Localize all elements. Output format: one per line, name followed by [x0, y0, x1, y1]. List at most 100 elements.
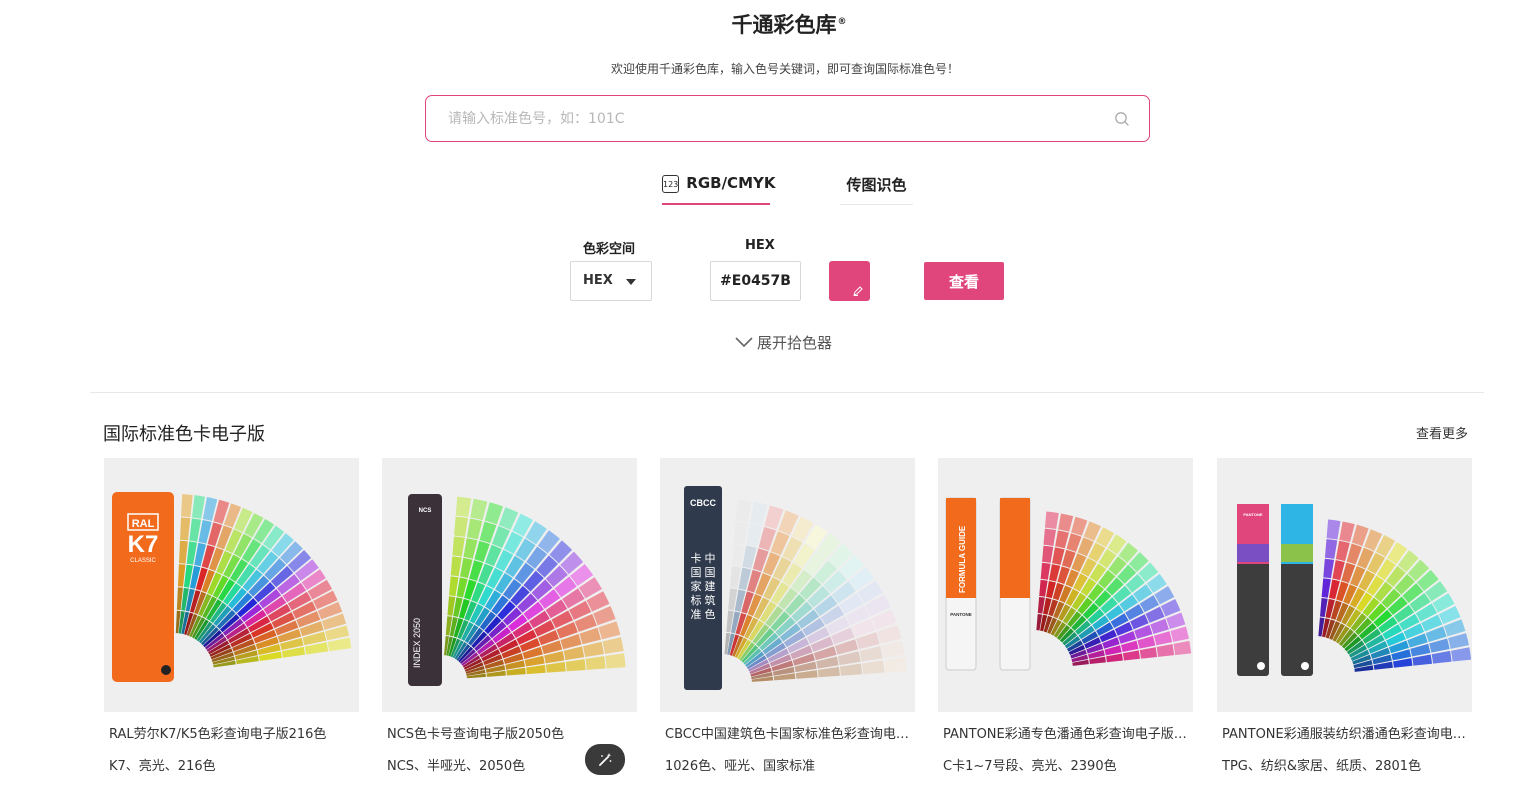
tab-rgb-cmyk[interactable]: 123 RGB/CMYK: [662, 174, 775, 205]
fan-swatch: [565, 659, 586, 672]
card-title[interactable]: PANTONE彩通专色潘通色彩查询电子版2390色: [943, 723, 1188, 742]
cbcc-label-char: 准: [691, 608, 702, 621]
color-card[interactable]: PANTONE PANTONE彩通服装纺织潘通色彩查询电子版2801色 TPG、…: [1217, 458, 1472, 806]
card-image[interactable]: FORMULA GUIDE PANTONE: [938, 458, 1193, 712]
card-title[interactable]: CBCC中国建筑色卡国家标准色彩查询电子版: [665, 723, 910, 742]
cbcc-label-char: 色: [705, 607, 716, 621]
ral-fan-image: RAL K7 CLASSIC: [112, 492, 352, 682]
color-card[interactable]: RAL K7 CLASSIC RAL劳尔K7/K5色彩查询电子版216色 K7、…: [104, 458, 359, 806]
fan-swatch: [883, 657, 907, 673]
site-title-text: 千通彩色库: [731, 13, 837, 37]
search-input[interactable]: [448, 108, 1088, 130]
fan-swatch: [585, 656, 606, 670]
card-brand-text: PANTONE: [1243, 512, 1263, 517]
fan-swatch: [839, 663, 863, 676]
caret-down-icon: [626, 279, 636, 285]
cbcc-fan-image: CBCC 中国建筑色 卡国家标准: [684, 486, 907, 690]
eyedropper-icon: [853, 286, 863, 296]
fan-swatch: [1448, 633, 1469, 649]
fan-swatch: [455, 496, 472, 518]
fan-swatch: [484, 502, 504, 525]
card-image[interactable]: NCS INDEX 2050: [382, 458, 637, 712]
fan-swatch: [181, 494, 193, 518]
card-image[interactable]: RAL K7 CLASSIC: [104, 458, 359, 712]
number-123-icon: 123: [662, 175, 680, 193]
cbcc-label-char: 筑: [705, 593, 716, 607]
fan-swatch: [470, 498, 488, 521]
fan-swatch: [178, 540, 188, 564]
colorspace-select[interactable]: HEX: [570, 261, 652, 301]
fan-swatch: [450, 556, 462, 577]
fan-swatch: [1323, 558, 1335, 579]
fan-swatch: [449, 576, 459, 597]
color-card[interactable]: CBCC 中国建筑色 卡国家标准 CBCC中国建筑色卡国家标准色彩查询电子版 10…: [660, 458, 915, 806]
fan-swatch: [1451, 647, 1472, 662]
fan-swatch: [1042, 545, 1054, 563]
fan-swatch: [750, 501, 768, 526]
card-title[interactable]: NCS色卡号查询电子版2050色: [387, 723, 632, 742]
fan-swatch: [1153, 631, 1173, 646]
fan-swatch: [583, 641, 604, 658]
cbcc-label-char: 中: [705, 552, 716, 565]
card-image[interactable]: PANTONE: [1217, 458, 1472, 712]
ncs-fan-image: NCS INDEX 2050: [408, 494, 626, 686]
card-meta: 1026色、哑光、国家标准: [665, 759, 816, 774]
fan-swatch: [730, 566, 741, 589]
fan-swatch: [1412, 654, 1433, 666]
fan-swatch: [192, 495, 206, 519]
fan-swatch: [1043, 528, 1057, 546]
expand-picker-link[interactable]: 展开拾色器: [734, 332, 832, 352]
fan-swatch: [454, 516, 469, 537]
cbcc-label-char: 家: [691, 579, 702, 593]
fan-swatch: [1122, 650, 1140, 661]
colorspace-label: 色彩空间: [583, 242, 636, 257]
fan-swatch: [1040, 562, 1051, 580]
chevron-down-icon: [735, 337, 753, 348]
tab-upload-image[interactable]: 传图识色: [840, 174, 913, 205]
view-button[interactable]: 查看: [924, 262, 1004, 300]
search-icon[interactable]: [1114, 111, 1130, 127]
card-sub-text: CLASSIC: [130, 558, 156, 564]
hex-label: HEX: [745, 238, 775, 253]
cbcc-label-char: 国: [705, 566, 716, 579]
hex-input[interactable]: #E0457B: [710, 261, 801, 301]
fan-swatch: [327, 637, 352, 652]
color-swatch[interactable]: [829, 261, 870, 301]
cbcc-label-char: 建: [705, 579, 716, 593]
colorspace-select-value: HEX: [583, 273, 613, 288]
fan-swatch: [1139, 647, 1158, 659]
expand-picker-label: 展开拾色器: [757, 333, 833, 352]
card-model-text: K7: [128, 531, 159, 558]
cbcc-label-char: 标: [691, 593, 702, 607]
magic-wand-button[interactable]: [585, 744, 625, 775]
fan-swatch: [1339, 521, 1355, 543]
site-title: 千通彩色库®: [0, 9, 1538, 39]
fan-swatch: [177, 564, 186, 587]
fan-swatch: [452, 536, 465, 557]
magic-wand-icon: [599, 752, 612, 766]
card-brand-text: RAL: [132, 518, 155, 530]
pantone-tpg-fan-image: PANTONE: [1237, 504, 1472, 676]
card-title[interactable]: RAL劳尔K7/K5色彩查询电子版216色: [109, 723, 354, 742]
page: 千通彩色库® 欢迎使用千通彩色库，输入色号关键词，即可查询国际标准色号！ 123…: [0, 0, 1538, 806]
card-meta: TPG、纺织&家居、纸质、2801色: [1222, 759, 1422, 774]
fan-swatch: [733, 521, 748, 545]
registered-mark: ®: [837, 17, 847, 27]
card-title[interactable]: PANTONE彩通服装纺织潘通色彩查询电子版2801色: [1222, 723, 1467, 742]
color-card[interactable]: FORMULA GUIDE PANTONE PANTONE彩通专色潘通色彩查询电…: [938, 458, 1193, 806]
fan-swatch: [180, 517, 191, 541]
card-image[interactable]: CBCC 中国建筑色 卡国家标准: [660, 458, 915, 712]
fan-swatch: [746, 523, 763, 547]
fan-swatch: [1324, 539, 1338, 559]
fan-swatch: [1321, 578, 1331, 598]
section-title: 国际标准色卡电子版: [103, 424, 265, 445]
fan-swatch: [881, 640, 905, 659]
view-more-link[interactable]: 查看更多: [1416, 423, 1468, 442]
divider: [90, 392, 1484, 393]
fan-swatch: [1039, 579, 1048, 597]
fan-swatch: [526, 664, 546, 675]
search-box[interactable]: [425, 95, 1150, 142]
fan-swatch: [605, 653, 626, 669]
fan-swatch: [1071, 516, 1088, 536]
tab-rgb-cmyk-label: RGB/CMYK: [686, 174, 776, 192]
